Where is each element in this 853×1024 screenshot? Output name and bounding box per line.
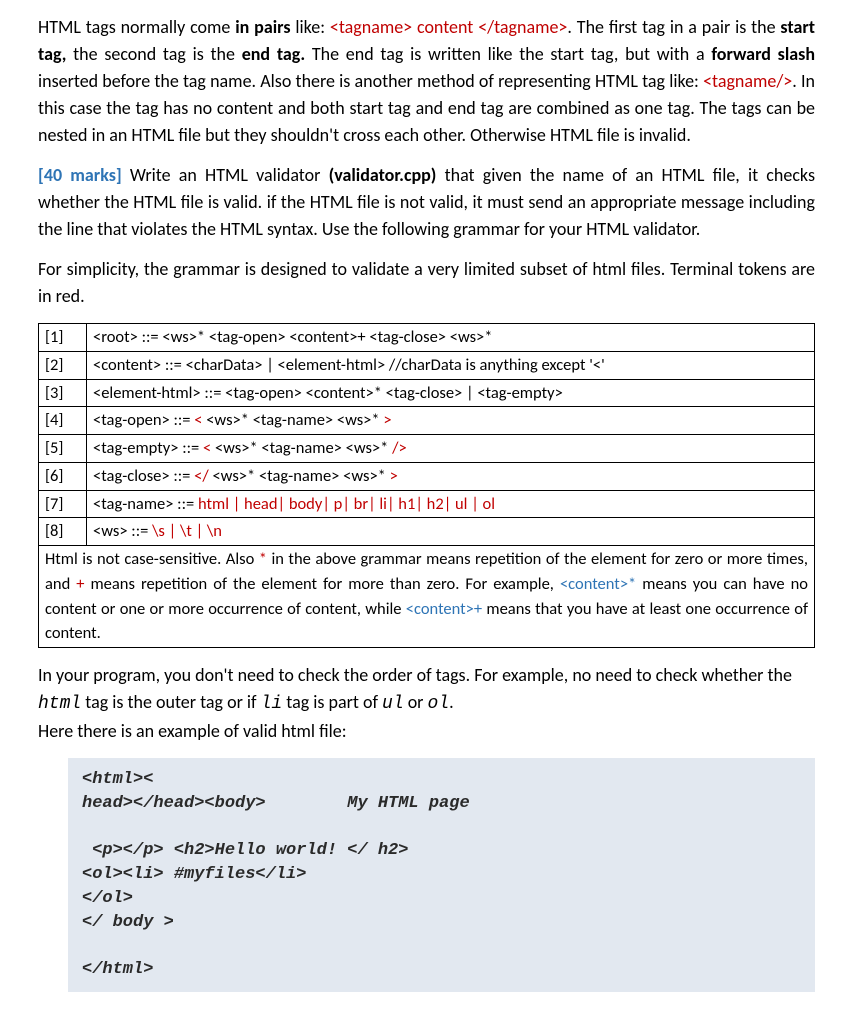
rule-body: <ws> ::= \s | \t | \n [87, 518, 815, 546]
rule-number: [7] [39, 490, 87, 518]
grammar-row: [2]<content> ::= <charData> | <element-h… [39, 351, 815, 379]
rule-body: <tag-close> ::= </ <ws>* <tag-name> <ws>… [87, 462, 815, 490]
grammar-note-cell: Html is not case-sensitive. Also * in th… [39, 546, 815, 648]
rule-number: [8] [39, 518, 87, 546]
marks-badge: [40 marks] [38, 164, 122, 186]
rule-body: <element-html> ::= <tag-open> <content>*… [87, 379, 815, 407]
grammar-row: [1]<root> ::= <ws>* <tag-open> <content>… [39, 324, 815, 352]
rule-number: [5] [39, 435, 87, 463]
rule-number: [3] [39, 379, 87, 407]
rule-body: <tag-name> ::= html | head| body| p| br|… [87, 490, 815, 518]
paragraph-order-note: In your program, you don't need to check… [38, 662, 815, 745]
grammar-row: [4]<tag-open> ::= < <ws>* <tag-name> <ws… [39, 407, 815, 435]
rule-number: [2] [39, 351, 87, 379]
rule-number: [1] [39, 324, 87, 352]
rule-body: <content> ::= <charData> | <element-html… [87, 351, 815, 379]
paragraph-task: [40 marks] Write an HTML validator (vali… [38, 162, 815, 243]
code-self-close: <tagname/> [703, 70, 792, 92]
grammar-row: [6]<tag-close> ::= </ <ws>* <tag-name> <… [39, 462, 815, 490]
paragraph-intro: HTML tags normally come in pairs like: <… [38, 14, 815, 149]
rule-number: [6] [39, 462, 87, 490]
paragraph-simplicity: For simplicity, the grammar is designed … [38, 256, 815, 310]
code-tag-pair: <tagname> content </tagname> [330, 16, 568, 38]
grammar-row: [5]<tag-empty> ::= < <ws>* <tag-name> <w… [39, 435, 815, 463]
example-code-block: <html>< head></head><body> My HTML page … [68, 758, 815, 992]
grammar-note-table: Html is not case-sensitive. Also * in th… [38, 545, 815, 648]
grammar-table: [1]<root> ::= <ws>* <tag-open> <content>… [38, 323, 815, 546]
rule-body: <root> ::= <ws>* <tag-open> <content>+ <… [87, 324, 815, 352]
rule-number: [4] [39, 407, 87, 435]
rule-body: <tag-empty> ::= < <ws>* <tag-name> <ws>*… [87, 435, 815, 463]
grammar-row: [8]<ws> ::= \s | \t | \n [39, 518, 815, 546]
grammar-row: [3]<element-html> ::= <tag-open> <conten… [39, 379, 815, 407]
grammar-row: [7]<tag-name> ::= html | head| body| p| … [39, 490, 815, 518]
rule-body: <tag-open> ::= < <ws>* <tag-name> <ws>* … [87, 407, 815, 435]
